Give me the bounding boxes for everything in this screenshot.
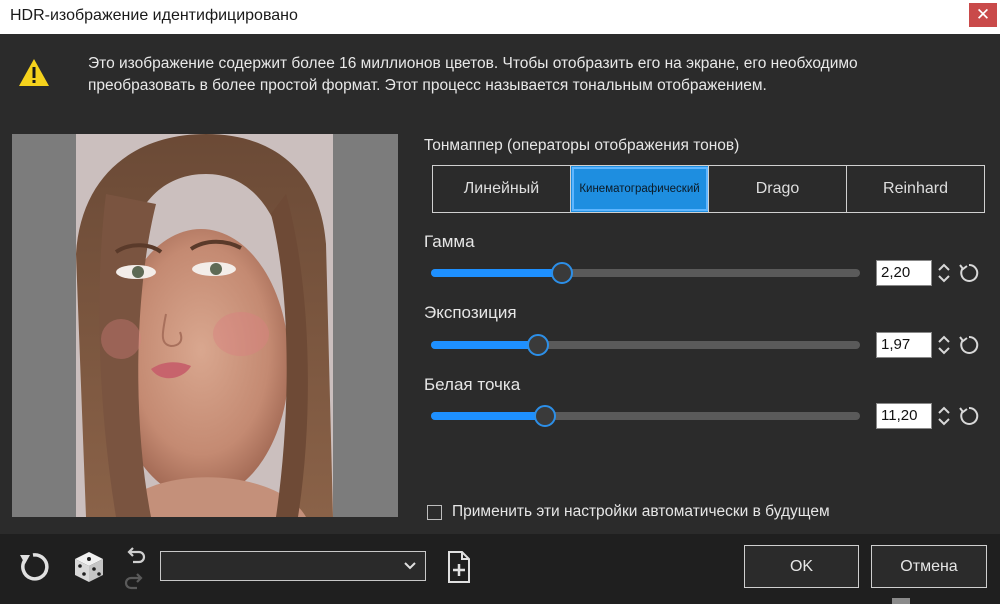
close-button[interactable]: ✕ <box>969 3 997 27</box>
reset-all-icon[interactable] <box>17 551 49 583</box>
warning-triangle-icon <box>19 59 49 86</box>
redo-icon <box>124 573 143 590</box>
preset-dropdown[interactable] <box>160 551 426 581</box>
white-point-slider-fill <box>431 412 545 420</box>
gamma-slider[interactable] <box>431 262 860 284</box>
exposure-value-field[interactable]: 1,97 <box>876 332 932 358</box>
hdr-warning-message: Это изображение содержит более 16 миллио… <box>88 55 858 94</box>
exposure-reset-icon[interactable] <box>958 334 980 356</box>
exposure-slider-thumb[interactable] <box>527 334 550 356</box>
cancel-button[interactable]: Отмена <box>871 545 987 588</box>
auto-apply-checkbox[interactable] <box>427 505 442 520</box>
close-icon: ✕ <box>975 5 991 24</box>
dice-random-icon[interactable] <box>72 550 106 584</box>
white-point-label: Белая точка <box>424 375 521 394</box>
white-point-stepper-icon[interactable] <box>936 403 952 429</box>
resize-grip[interactable] <box>892 598 910 604</box>
portrait-photo <box>76 134 333 517</box>
tonemapper-label: Тонмаппер (операторы отображения тонов) <box>424 137 740 154</box>
tonemapper-linear-button[interactable]: Линейный <box>433 166 571 212</box>
gamma-reset-icon[interactable] <box>958 262 980 284</box>
gamma-slider-thumb[interactable] <box>550 262 573 284</box>
gamma-label: Гамма <box>424 232 475 251</box>
tonemapper-drago-button[interactable]: Drago <box>709 166 847 212</box>
exposure-stepper-icon[interactable] <box>936 332 952 358</box>
title-bar: HDR-изображение идентифицировано ✕ <box>0 0 1000 34</box>
tonemapper-cinematic-button[interactable]: Кинематографический <box>571 166 709 212</box>
new-preset-icon[interactable] <box>446 550 472 584</box>
white-point-slider[interactable] <box>431 405 860 427</box>
gamma-stepper-icon[interactable] <box>936 260 952 286</box>
tonemapper-selector: Линейный Кинематографический Drago Reinh… <box>432 165 985 213</box>
undo-icon[interactable] <box>124 544 146 566</box>
dialog-footer: OK Отмена <box>0 534 1000 604</box>
white-point-value-field[interactable]: 11,20 <box>876 403 932 429</box>
auto-apply-label: Применить эти настройки автоматически в … <box>452 503 830 520</box>
tonemapper-reinhard-button[interactable]: Reinhard <box>847 166 984 212</box>
gamma-value-field[interactable]: 2,20 <box>876 260 932 286</box>
exposure-slider-fill <box>431 341 539 349</box>
gamma-slider-fill <box>431 269 562 277</box>
white-point-reset-icon[interactable] <box>958 405 980 427</box>
chevron-down-icon <box>404 562 416 570</box>
ok-button[interactable]: OK <box>744 545 859 588</box>
window-title: HDR-изображение идентифицировано <box>10 7 298 24</box>
image-preview <box>12 134 398 517</box>
white-point-slider-thumb[interactable] <box>533 405 556 427</box>
exposure-label: Экспозиция <box>424 303 517 322</box>
exposure-slider[interactable] <box>431 334 860 356</box>
